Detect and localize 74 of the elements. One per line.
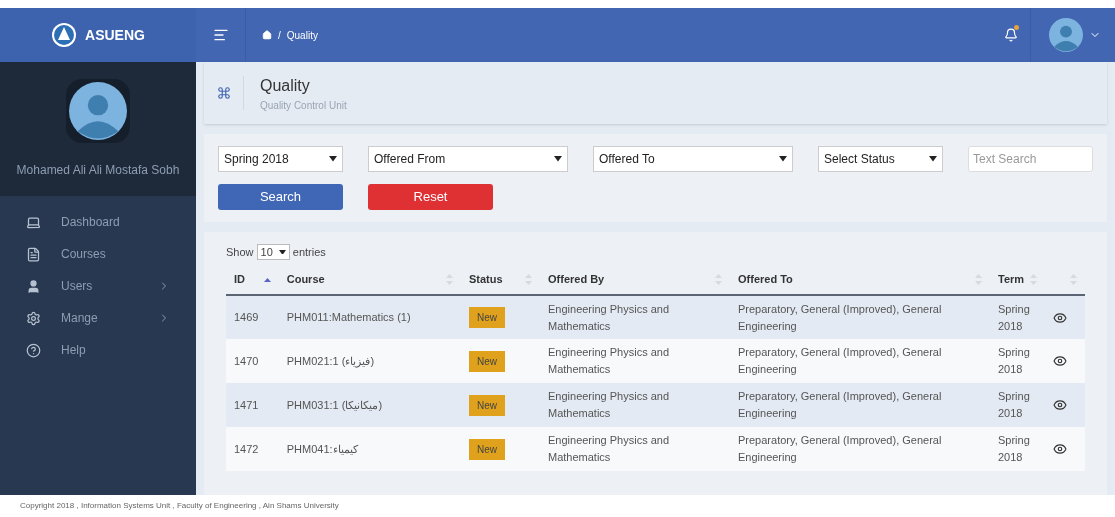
- reset-button[interactable]: Reset: [368, 184, 493, 210]
- filter-select[interactable]: Select Status: [818, 146, 943, 172]
- logo-icon: [51, 22, 78, 48]
- column-header[interactable]: Offered To: [730, 265, 990, 295]
- sidebar-item[interactable]: Users: [0, 270, 196, 302]
- status-badge: New: [469, 438, 505, 460]
- page-title: Quality: [260, 75, 311, 96]
- filter-select[interactable]: Spring 2018: [218, 146, 343, 172]
- table-cell: Engineering Physics and Mathematics: [540, 339, 730, 383]
- user-avatar: [69, 82, 127, 140]
- table-cell: Preparatory, General (Improved), General Engineering: [730, 383, 990, 427]
- column-header[interactable]: ID: [226, 265, 279, 295]
- table-cell: Preparatory, General (Improved), General Engineering: [730, 427, 990, 471]
- filter-select[interactable]: Offered To: [593, 146, 793, 172]
- settings-icon: [26, 310, 41, 326]
- breadcrumb-link[interactable]: Quality: [286, 27, 318, 43]
- sidebar-item[interactable]: Mange: [0, 302, 196, 334]
- search-button[interactable]: Search: [218, 184, 343, 210]
- user-avatar: [1049, 18, 1083, 52]
- table-cell: 1469: [226, 295, 279, 339]
- table-cell: Spring 2018: [990, 339, 1045, 383]
- caret-icon: [779, 156, 787, 162]
- view-icon[interactable]: [1053, 442, 1067, 456]
- caret-icon: [929, 156, 937, 162]
- column-header[interactable]: Course: [278, 265, 461, 295]
- document-icon: [26, 246, 41, 262]
- status-badge: New: [469, 394, 505, 416]
- page-subtitle: Quality Control Unit: [260, 98, 347, 113]
- filter-select[interactable]: Offered From: [368, 146, 568, 172]
- sidebar-item[interactable]: Dashboard: [0, 206, 196, 238]
- breadcrumb-separator: /: [278, 28, 281, 43]
- laptop-icon: [26, 214, 41, 230]
- entries-label: entries: [292, 244, 326, 260]
- table-cell: PHM031:1 (ميكانيكا): [278, 383, 461, 427]
- table-cell: Spring 2018: [990, 427, 1045, 471]
- status-badge: New: [469, 307, 505, 328]
- table-cell: Spring 2018: [990, 383, 1045, 427]
- column-header[interactable]: Term: [990, 265, 1045, 295]
- table-cell: PHM011:Mathematics (1): [278, 295, 461, 339]
- page-size-select[interactable]: 10: [256, 244, 290, 260]
- table-cell: 1472: [226, 427, 279, 471]
- caret-icon: [554, 156, 562, 162]
- brand-name: ASUENG: [85, 25, 145, 45]
- table-cell: 1471: [226, 383, 279, 427]
- caret-icon: [329, 156, 337, 162]
- table-cell: PHM041:كيمياء: [278, 427, 461, 471]
- caret-icon: [278, 249, 286, 255]
- user-name: Mohamed Ali Ali Mostafa Sobh: [16, 162, 180, 179]
- menu-icon: [212, 27, 229, 43]
- table-cell: Preparatory, General (Improved), General Engineering: [730, 339, 990, 383]
- table-cell: Engineering Physics and Mathematics: [540, 427, 730, 471]
- sidebar-item[interactable]: Courses: [0, 238, 196, 270]
- help-icon: [26, 342, 41, 358]
- table-cell: Preparatory, General (Improved), General Engineering: [730, 295, 990, 339]
- column-header[interactable]: Status: [461, 265, 540, 295]
- text-search-field[interactable]: Text Search: [968, 146, 1093, 172]
- view-icon[interactable]: [1053, 354, 1067, 368]
- bell-icon: [1003, 28, 1018, 42]
- column-header[interactable]: Offered By: [540, 265, 730, 295]
- table-cell: Engineering Physics and Mathematics: [540, 383, 730, 427]
- user-icon: [26, 278, 41, 294]
- show-label: Show: [226, 244, 254, 260]
- user-menu-button[interactable]: [1049, 18, 1101, 52]
- home-icon[interactable]: [262, 30, 272, 40]
- status-badge: New: [469, 350, 505, 372]
- table-cell: Engineering Physics and Mathematics: [540, 295, 730, 339]
- sidebar-item[interactable]: Help: [0, 334, 196, 366]
- table-cell: Spring 2018: [990, 295, 1045, 339]
- table-cell: 1470: [226, 339, 279, 383]
- table-cell: PHM021:1 (فيزياء): [278, 339, 461, 383]
- copyright-text: Copyright 2018 , Information Systems Unit , Faculty of Engineering , Ain Shams University: [20, 500, 339, 512]
- view-icon[interactable]: [1053, 310, 1067, 325]
- view-icon[interactable]: [1053, 398, 1067, 412]
- command-icon: [216, 86, 231, 100]
